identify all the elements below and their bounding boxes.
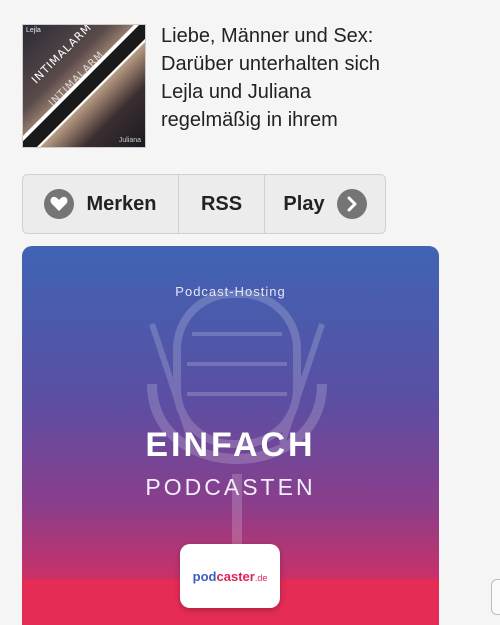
microphone-icon [147,290,327,544]
podcast-cover-image[interactable]: Lejla INTIMALARM INTIMALARM Juliana [22,24,146,148]
podcast-action-bar: Merken RSS Play [22,174,386,234]
ad-title: EINFACH [145,426,316,464]
side-scroll-handle[interactable] [491,579,500,615]
cover-band-dark [23,25,145,147]
rss-label: RSS [200,192,243,215]
podcast-item[interactable]: Lejla INTIMALARM INTIMALARM Juliana Lieb… [22,20,422,160]
ad-subtitle: Podcast-Hosting [175,284,286,299]
play-label: Play [283,192,325,215]
play-button[interactable]: Play [265,175,385,233]
cover-tag: Lejla [26,27,41,34]
merken-button[interactable]: Merken [23,175,179,233]
chevron-right-icon [336,189,367,219]
heart-icon [44,189,75,219]
cover-tag-2: Juliana [118,137,141,144]
podcast-description: Liebe, Männer und Sex: Darüber unterhalt… [161,25,381,131]
podcaster-ad-banner[interactable]: Podcast-Hosting EINFACH PODCASTEN podcas… [22,246,439,625]
rss-button[interactable]: RSS [179,175,265,233]
podcaster-logo[interactable]: podcaster.de [180,544,280,608]
ad-title-secondary: PODCASTEN [145,474,316,500]
podcaster-logo-text: podcaster.de [192,568,268,584]
merken-label: Merken [86,192,157,215]
